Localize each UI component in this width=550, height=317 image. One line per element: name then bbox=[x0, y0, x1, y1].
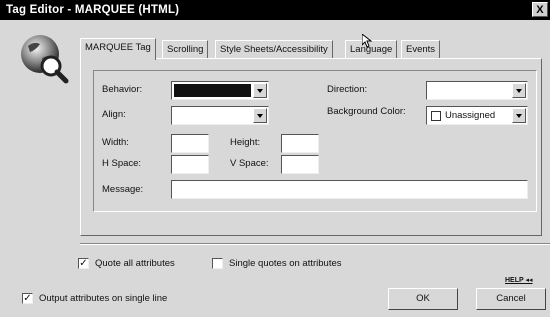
chevron-down-icon[interactable] bbox=[253, 83, 267, 98]
output-single-line-checkbox[interactable]: ✓ bbox=[22, 293, 33, 304]
background-color-label: Background Color: bbox=[327, 106, 406, 117]
quote-all-checkbox[interactable]: ✓ bbox=[78, 258, 89, 269]
window-title: Tag Editor - MARQUEE (HTML) bbox=[6, 4, 180, 16]
message-label: Message: bbox=[102, 184, 144, 195]
separator bbox=[80, 243, 550, 245]
chevron-down-icon[interactable] bbox=[253, 108, 267, 123]
single-quotes-checkbox[interactable] bbox=[212, 258, 223, 269]
help-label: HELP bbox=[505, 277, 524, 284]
ok-button[interactable]: OK bbox=[388, 288, 458, 310]
mouse-cursor-icon bbox=[362, 34, 372, 48]
behavior-select[interactable] bbox=[171, 81, 269, 100]
width-label: Width: bbox=[102, 137, 129, 148]
vspace-label: V Space: bbox=[230, 158, 269, 169]
align-label: Align: bbox=[102, 109, 126, 120]
help-link[interactable]: HELP ◂◂ bbox=[505, 276, 533, 284]
quote-all-label: Quote all attributes bbox=[95, 258, 175, 269]
chevron-down-icon[interactable] bbox=[512, 83, 526, 98]
height-field[interactable] bbox=[281, 134, 319, 153]
close-button[interactable]: X bbox=[532, 2, 548, 17]
behavior-label: Behavior: bbox=[102, 84, 143, 95]
height-label: Height: bbox=[230, 137, 261, 148]
tab-events[interactable]: Events bbox=[401, 40, 441, 59]
single-quotes-label: Single quotes on attributes bbox=[229, 258, 342, 269]
direction-label: Direction: bbox=[327, 84, 368, 95]
background-color-select[interactable]: Unassigned bbox=[426, 106, 528, 125]
output-single-line-label: Output attributes on single line bbox=[39, 293, 168, 304]
tab-style-sheets[interactable]: Style Sheets/Accessibility bbox=[215, 40, 333, 59]
hspace-field[interactable] bbox=[171, 155, 209, 174]
direction-select[interactable] bbox=[426, 81, 528, 100]
title-bar: Tag Editor - MARQUEE (HTML) X bbox=[0, 0, 550, 20]
message-field[interactable] bbox=[171, 180, 528, 199]
cancel-button[interactable]: Cancel bbox=[476, 288, 546, 310]
tab-scrolling[interactable]: Scrolling bbox=[162, 40, 209, 59]
vspace-field[interactable] bbox=[281, 155, 319, 174]
width-field[interactable] bbox=[171, 134, 209, 153]
tag-logo-icon bbox=[21, 35, 69, 84]
background-color-value: Unassigned bbox=[445, 110, 496, 121]
color-swatch-icon[interactable] bbox=[431, 111, 441, 121]
hspace-label: H Space: bbox=[102, 158, 142, 169]
chevron-down-icon[interactable] bbox=[512, 108, 526, 123]
tab-marquee[interactable]: MARQUEE Tag bbox=[80, 38, 156, 60]
align-select[interactable] bbox=[171, 106, 269, 125]
